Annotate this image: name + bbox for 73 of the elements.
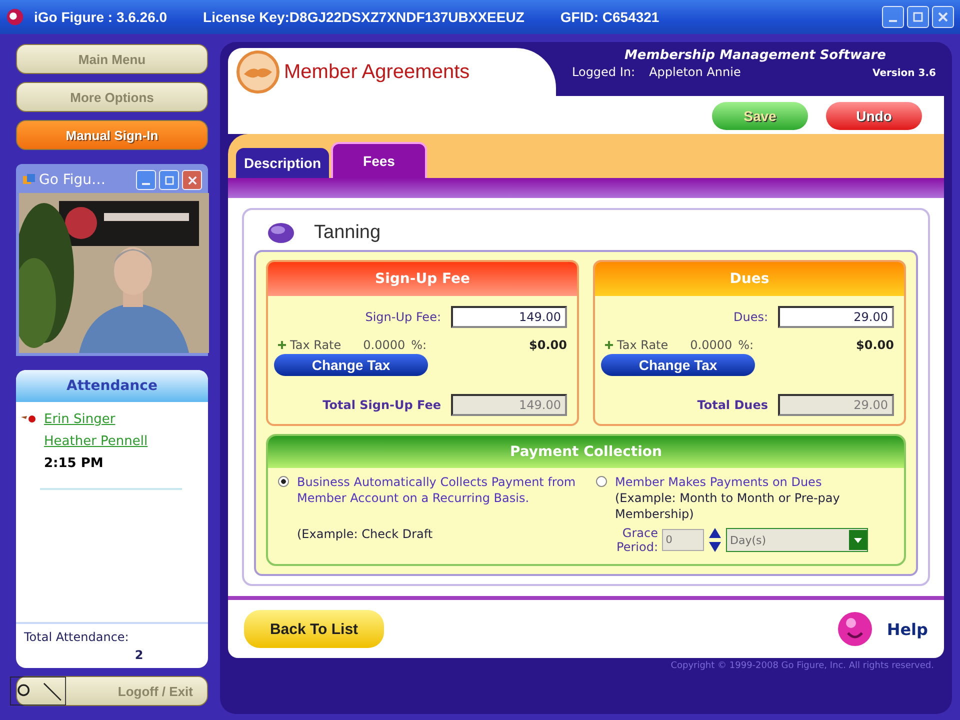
- page-title: Member Agreements: [284, 60, 470, 84]
- attendance-header: Attendance: [16, 370, 208, 402]
- handshake-logo-icon: [236, 50, 280, 94]
- spinner-arrows-icon[interactable]: [708, 527, 722, 553]
- undo-button[interactable]: Undo: [826, 102, 922, 130]
- option-text: Business Automatically Collects Payment from Member Account on a Recurring Basis.: [297, 474, 576, 506]
- window-title: iGo Figure : 3.6.26.0: [34, 9, 168, 25]
- tab[interactable]: Description: [236, 148, 330, 178]
- close-icon: [938, 12, 948, 22]
- amount-label: Sign-Up Fee:: [365, 310, 441, 324]
- thumbnail-icon: [10, 674, 66, 708]
- total-field[interactable]: 149.00: [451, 394, 567, 416]
- minimize-button[interactable]: [136, 170, 156, 190]
- copyright-text: Copyright © 1999-2008 Go Figure, Inc. All rights reserved.: [670, 660, 935, 673]
- app-icon: [22, 173, 36, 187]
- agreement-name: Tanning: [314, 222, 381, 244]
- payment-collection-header: Payment Collection: [268, 436, 904, 468]
- maximize-button[interactable]: [159, 170, 179, 190]
- time-label: 2:15 PM: [44, 456, 104, 470]
- maximize-button[interactable]: [907, 6, 929, 28]
- nav-button[interactable]: Manual Sign-In: [16, 120, 208, 150]
- tax-rate-value: 0.0000: [690, 338, 732, 352]
- tax-amount: $0.00: [529, 338, 567, 352]
- radio-button[interactable]: [596, 476, 607, 487]
- plus-icon: [278, 341, 286, 349]
- option-example: (Example: Month to Month or Pre-pay Membership): [615, 490, 841, 522]
- close-button[interactable]: [932, 6, 954, 28]
- total-label: Total Dues: [697, 398, 768, 412]
- user-name: Appleton Annie: [649, 65, 741, 79]
- amount-label: Dues:: [733, 310, 768, 324]
- tax-rate-label: Tax Rate: [290, 338, 342, 352]
- total-label: Total Sign-Up Fee: [322, 398, 441, 412]
- total-attendance-count: 2: [134, 648, 144, 662]
- tax-rate-label: Tax Rate: [617, 338, 668, 352]
- option-text: Member Makes Payments on Dues: [615, 474, 823, 490]
- total-field[interactable]: 29.00: [778, 394, 894, 416]
- help-icon[interactable]: [836, 611, 873, 647]
- fee-box-header: Sign-Up Fee: [268, 262, 577, 296]
- member-link[interactable]: Heather Pennell: [44, 434, 148, 448]
- logoff-button[interactable]: Logoff / Exit: [16, 676, 208, 706]
- radio-button[interactable]: [278, 476, 289, 487]
- product-name: Membership Management Software: [623, 48, 887, 63]
- option-example: (Example: Check Draft: [297, 526, 434, 542]
- license-key: License Key:D8GJ22DSXZ7XNDF137UBXXEEUZ: [203, 9, 524, 25]
- total-attendance-label: Total Attendance:: [24, 630, 129, 646]
- version-label: Version 3.6: [872, 68, 936, 79]
- help-link[interactable]: Help: [886, 620, 928, 638]
- close-button[interactable]: [182, 170, 202, 190]
- minimize-button[interactable]: [882, 6, 904, 28]
- change-tax-button[interactable]: Change Tax: [274, 354, 428, 376]
- gfid-label: GFID: C654321: [560, 9, 660, 25]
- tax-rate-unit: %:: [738, 338, 754, 352]
- plus-icon: [605, 341, 613, 349]
- tax-rate-value: 0.0000: [363, 338, 406, 352]
- maximize-icon: [164, 176, 174, 184]
- close-icon: [188, 176, 196, 184]
- member-link[interactable]: Erin Singer: [44, 412, 116, 426]
- change-tax-button[interactable]: Change Tax: [601, 354, 755, 376]
- minimize-icon: [889, 20, 897, 22]
- fee-box-header: Dues: [595, 262, 904, 296]
- tax-amount: $0.00: [856, 338, 894, 352]
- app-icon: [6, 8, 24, 26]
- amount-field[interactable]: 29.00: [778, 306, 894, 328]
- tax-rate-unit: %:: [411, 338, 427, 352]
- minimize-icon: [142, 183, 150, 185]
- tab[interactable]: Fees: [331, 142, 427, 178]
- logged-in-label: Logged In:: [572, 65, 636, 79]
- maximize-icon: [913, 12, 923, 22]
- amount-field[interactable]: 149.00: [451, 306, 567, 328]
- oval-icon: [266, 222, 296, 244]
- video-window-title: Go Figu…: [39, 172, 107, 188]
- grace-period-label: Grace Period:: [616, 526, 658, 554]
- back-to-list-button[interactable]: Back To List: [244, 610, 384, 648]
